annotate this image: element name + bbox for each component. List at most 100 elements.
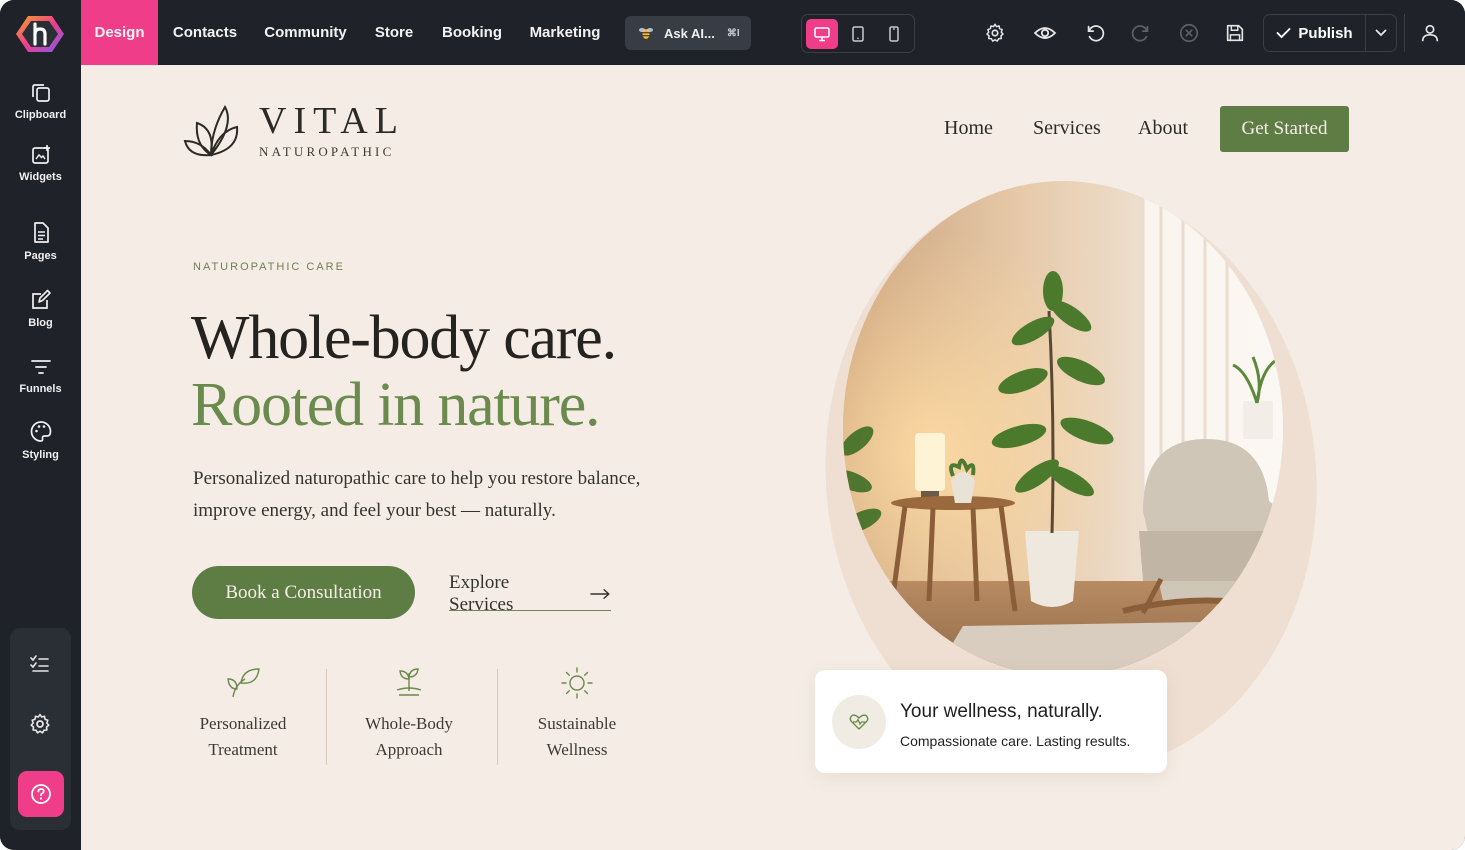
discard-button[interactable]	[1176, 20, 1202, 46]
feature-title-line-1: Sustainable	[537, 714, 617, 733]
bee-icon	[639, 28, 653, 39]
sidebar-item-pages[interactable]: Pages	[0, 220, 81, 276]
tab-label: Booking	[442, 24, 502, 41]
book-consultation-button[interactable]: Book a Consultation	[192, 566, 415, 619]
blog-icon	[31, 289, 51, 309]
feature-title-line-2: Treatment	[208, 740, 278, 759]
tab-contacts[interactable]: Contacts	[163, 0, 247, 65]
feature-sustainable: Sustainable Wellness	[507, 665, 647, 763]
checklist-button[interactable]	[28, 653, 52, 680]
brand-name: VITAL	[259, 100, 405, 142]
mobile-view-button[interactable]	[878, 19, 910, 49]
mobile-icon	[889, 26, 899, 42]
sidebar-item-label: Pages	[24, 250, 57, 262]
builder-window: Design Contacts Community Store Booking …	[0, 0, 1465, 850]
help-button[interactable]	[18, 771, 64, 817]
button-label: Book a Consultation	[225, 581, 382, 603]
tab-booking[interactable]: Booking	[436, 0, 508, 65]
ask-ai-button[interactable]: Ask AI... ⌘I	[625, 16, 751, 50]
redo-button[interactable]	[1128, 20, 1154, 46]
widgets-icon	[31, 145, 50, 164]
undo-icon	[1087, 25, 1105, 42]
tab-label: Marketing	[529, 24, 601, 41]
save-icon	[1226, 24, 1244, 42]
settings-button[interactable]	[982, 20, 1008, 46]
sidebar-item-label: Funnels	[19, 383, 62, 395]
app-logo[interactable]	[14, 12, 66, 56]
hero-image	[843, 181, 1283, 676]
hero-headline-line-2: Rooted in nature.	[191, 371, 601, 439]
site-brand[interactable]: VITAL NATUROPATHIC	[181, 101, 405, 161]
page-canvas[interactable]: VITAL NATUROPATHIC Home Services About G…	[81, 65, 1465, 850]
top-bar: Design Contacts Community Store Booking …	[0, 0, 1465, 65]
link-label: Explore Services	[449, 571, 514, 615]
plant-hand-icon	[396, 668, 422, 696]
sidebar-item-blog[interactable]: Blog	[0, 287, 81, 343]
publish-button[interactable]: Publish	[1263, 14, 1366, 52]
feature-divider	[326, 669, 327, 765]
publish-label: Publish	[1298, 24, 1353, 42]
site-nav-about[interactable]: About	[1138, 117, 1188, 140]
ask-ai-shortcut: ⌘I	[726, 27, 740, 39]
checklist-icon	[30, 655, 49, 672]
publish-options-button[interactable]	[1365, 14, 1397, 52]
tab-design[interactable]: Design	[81, 0, 158, 65]
preview-button[interactable]	[1032, 20, 1058, 46]
desktop-icon	[814, 27, 830, 42]
hero-headline-line-1: Whole-body care.	[191, 304, 617, 372]
explore-services-link[interactable]: Explore Services	[449, 572, 611, 615]
tab-store[interactable]: Store	[366, 0, 422, 65]
feature-title-line-1: Whole-Body	[365, 714, 453, 733]
site-nav-home[interactable]: Home	[944, 117, 993, 140]
chevron-down-icon	[1375, 29, 1386, 37]
ask-ai-label: Ask AI...	[664, 25, 715, 41]
tablet-view-button[interactable]	[842, 19, 874, 49]
settings-icon	[986, 23, 1004, 42]
arrow-right-icon	[590, 588, 611, 599]
toolbar-divider	[1404, 14, 1405, 52]
settings-icon	[30, 713, 50, 734]
pages-icon	[33, 222, 49, 243]
sidebar-item-widgets[interactable]: Widgets	[0, 143, 81, 199]
get-started-button[interactable]: Get Started	[1220, 106, 1349, 152]
site-nav-services[interactable]: Services	[1033, 117, 1101, 140]
account-button[interactable]	[1417, 20, 1443, 46]
tab-label: Contacts	[172, 24, 238, 41]
leaf-sprout-icon	[227, 668, 260, 698]
funnels-icon	[30, 360, 51, 374]
hero-description: Personalized naturopathic care to help y…	[193, 468, 641, 521]
brand-tagline: NATUROPATHIC	[259, 144, 395, 159]
sidebar-item-label: Clipboard	[14, 109, 67, 121]
sidebar-item-funnels[interactable]: Funnels	[0, 355, 81, 411]
settings-button[interactable]	[28, 712, 52, 741]
wellness-card: Your wellness, naturally. Compassionate …	[815, 670, 1167, 773]
tab-label: Community	[264, 24, 347, 41]
desktop-view-button[interactable]	[806, 19, 838, 49]
sidebar-bottom-panel	[10, 628, 71, 830]
sidebar-item-styling[interactable]: Styling	[0, 419, 81, 475]
palette-icon	[30, 421, 51, 442]
left-sidebar: Clipboard Widgets Pages Blog Funnels Sty…	[0, 65, 81, 850]
user-icon	[1421, 24, 1439, 42]
undo-button[interactable]	[1082, 20, 1108, 46]
clipboard-icon	[31, 84, 50, 102]
card-title: Your wellness, naturally.	[900, 701, 1103, 722]
tablet-icon	[852, 26, 864, 42]
leaf-logo-icon	[183, 104, 239, 157]
save-button[interactable]	[1222, 20, 1248, 46]
sidebar-item-label: Styling	[22, 449, 59, 461]
sun-icon	[561, 667, 593, 699]
close-circle-icon	[1179, 23, 1199, 43]
help-icon	[31, 784, 51, 804]
sidebar-item-clipboard[interactable]: Clipboard	[0, 81, 81, 137]
heart-pulse-icon	[849, 714, 869, 730]
feature-whole-body: Whole-Body Approach	[339, 665, 479, 763]
preview-eye-icon	[1033, 27, 1057, 39]
tab-marketing[interactable]: Marketing	[522, 0, 608, 65]
heart-pulse-badge	[832, 695, 886, 749]
feature-title-line-2: Wellness	[546, 740, 608, 759]
tab-label: Store	[374, 24, 414, 41]
hero-eyebrow: NATUROPATHIC CARE	[193, 261, 345, 273]
feature-personalized: Personalized Treatment	[173, 665, 313, 763]
tab-community[interactable]: Community	[257, 0, 354, 65]
